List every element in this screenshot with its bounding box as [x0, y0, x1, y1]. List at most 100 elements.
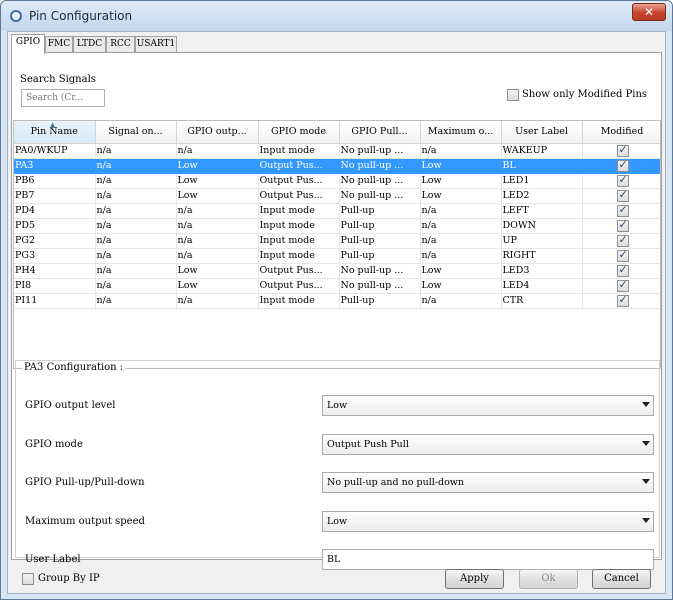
user-label-input[interactable] [322, 549, 654, 570]
column-header-modified[interactable]: Modified [582, 121, 660, 144]
pull-value: No pull-up and no pull-down [327, 477, 465, 488]
dropdown-arrow-icon [642, 518, 650, 523]
modified-checkbox[interactable] [616, 188, 629, 202]
cell-signal: n/a [95, 293, 177, 309]
table-row[interactable]: PA0/WKUP n/a n/a Input mode No pull-up .… [14, 143, 660, 159]
cell-modified [582, 278, 660, 294]
table-row[interactable]: PD4 n/a n/a Input mode Pull-up n/a LEFT [14, 203, 660, 219]
pull-label: GPIO Pull-up/Pull-down [25, 477, 145, 488]
app-icon [10, 10, 22, 22]
cell-output-level: n/a [176, 143, 259, 159]
modified-checkbox[interactable] [616, 203, 629, 217]
tab-gpio[interactable]: GPIO [11, 34, 45, 54]
tab-usart1[interactable]: USART1 [135, 36, 177, 53]
modified-checkbox[interactable] [616, 158, 629, 172]
show-modified-checkbox[interactable] [507, 89, 519, 101]
cell-signal: n/a [95, 218, 177, 234]
modified-checkbox[interactable] [616, 248, 629, 262]
cell-signal: n/a [95, 188, 177, 204]
cell-gpio-mode: Output Pus... [258, 263, 340, 279]
cell-signal: n/a [95, 278, 177, 294]
cell-pin-name: PB6 [14, 173, 96, 189]
output-level-value: Low [327, 400, 348, 411]
cell-gpio-mode: Input mode [258, 293, 340, 309]
close-button[interactable]: ✕ [632, 3, 666, 21]
table-row[interactable]: PI8 n/a Low Output Pus... No pull-up ...… [14, 278, 660, 294]
table-row[interactable]: PB6 n/a Low Output Pus... No pull-up ...… [14, 173, 660, 189]
column-header-output-level[interactable]: GPIO outp... [176, 121, 259, 144]
cell-max-speed: n/a [420, 218, 502, 234]
cell-user-label: CTR [501, 293, 583, 309]
cell-signal: n/a [95, 143, 177, 159]
cell-output-level: Low [176, 278, 259, 294]
cell-pin-name: PI8 [14, 278, 96, 294]
cell-signal: n/a [95, 203, 177, 219]
max-speed-select[interactable]: Low [322, 511, 654, 532]
ok-button[interactable]: Ok [519, 569, 578, 589]
column-header-max-speed[interactable]: Maximum o... [420, 121, 502, 144]
cell-pin-name: PG2 [14, 233, 96, 249]
apply-button[interactable]: Apply [445, 569, 504, 589]
table-row[interactable]: PB7 n/a Low Output Pus... No pull-up ...… [14, 188, 660, 204]
cell-user-label: DOWN [501, 218, 583, 234]
group-by-ip-label: Group By IP [38, 573, 100, 584]
table-row-selected[interactable]: PA3 n/a Low Output Pus... No pull-up ...… [14, 158, 660, 174]
dropdown-arrow-icon [642, 479, 650, 484]
table-row[interactable]: PG3 n/a n/a Input mode Pull-up n/a RIGHT [14, 248, 660, 264]
modified-checkbox[interactable] [616, 278, 629, 292]
tab-ltdc[interactable]: LTDC [73, 36, 106, 53]
tab-rcc[interactable]: RCC [106, 36, 135, 53]
cell-user-label: WAKEUP [501, 143, 583, 159]
cell-modified [582, 143, 660, 159]
table-row[interactable]: PI11 n/a n/a Input mode Pull-up n/a CTR [14, 293, 660, 309]
gpio-mode-select[interactable]: Output Push Pull [322, 434, 654, 455]
column-header-gpio-mode[interactable]: GPIO mode [258, 121, 340, 144]
cell-modified [582, 218, 660, 234]
modified-checkbox[interactable] [616, 233, 629, 247]
pull-select[interactable]: No pull-up and no pull-down [322, 472, 654, 493]
cell-max-speed: n/a [420, 293, 502, 309]
max-speed-label: Maximum output speed [25, 516, 145, 527]
gpio-mode-value: Output Push Pull [327, 439, 409, 450]
modified-checkbox[interactable] [616, 293, 629, 307]
cell-pin-name: PH4 [14, 263, 96, 279]
cell-gpio-mode: Input mode [258, 233, 340, 249]
column-header-pull[interactable]: GPIO Pull... [339, 121, 421, 144]
table-row[interactable]: PG2 n/a n/a Input mode Pull-up n/a UP [14, 233, 660, 249]
cell-user-label: UP [501, 233, 583, 249]
cell-pull: Pull-up [339, 233, 421, 249]
cell-modified [582, 248, 660, 264]
cell-gpio-mode: Input mode [258, 248, 340, 264]
column-header-pin-name[interactable]: ▲ Pin Name [14, 121, 96, 144]
cell-user-label: LED2 [501, 188, 583, 204]
cell-max-speed: Low [420, 188, 502, 204]
modified-checkbox[interactable] [616, 143, 629, 157]
cell-modified [582, 293, 660, 309]
cell-signal: n/a [95, 233, 177, 249]
cell-output-level: Low [176, 158, 259, 174]
tab-fmc[interactable]: FMC [45, 36, 73, 53]
cell-pin-name: PI11 [14, 293, 96, 309]
column-header-signal[interactable]: Signal on... [95, 121, 177, 144]
cell-signal: n/a [95, 173, 177, 189]
title-bar[interactable]: Pin Configuration ✕ [1, 1, 672, 31]
modified-checkbox[interactable] [616, 218, 629, 232]
cell-modified [582, 173, 660, 189]
output-level-select[interactable]: Low [322, 395, 654, 416]
cell-gpio-mode: Input mode [258, 203, 340, 219]
search-signals-label: Search Signals [20, 74, 96, 85]
column-header-user-label[interactable]: User Label [501, 121, 583, 144]
table-row[interactable]: PD5 n/a n/a Input mode Pull-up n/a DOWN [14, 218, 660, 234]
cell-modified [582, 263, 660, 279]
cell-pin-name: PG3 [14, 248, 96, 264]
cell-max-speed: Low [420, 173, 502, 189]
table-row[interactable]: PH4 n/a Low Output Pus... No pull-up ...… [14, 263, 660, 279]
cancel-button[interactable]: Cancel [592, 569, 651, 589]
modified-checkbox[interactable] [616, 173, 629, 187]
group-by-ip-checkbox[interactable] [22, 573, 34, 585]
sort-ascending-icon: ▲ [50, 121, 56, 129]
search-input[interactable] [21, 89, 105, 107]
cell-gpio-mode: Input mode [258, 218, 340, 234]
cell-output-level: n/a [176, 203, 259, 219]
modified-checkbox[interactable] [616, 263, 629, 277]
